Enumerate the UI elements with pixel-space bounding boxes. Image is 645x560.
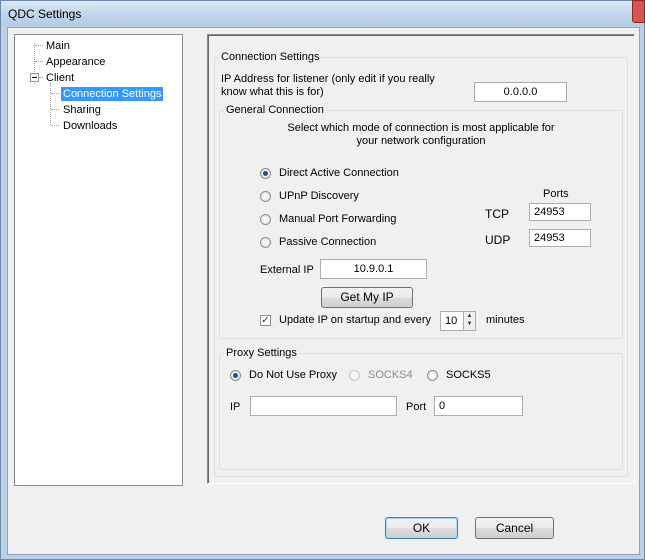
mode-instruction: Select which mode of connection is most …	[287, 122, 555, 147]
socks4-radio[interactable]	[349, 370, 360, 381]
external-ip-label: External IP	[260, 264, 314, 276]
tree-item-connection-settings[interactable]: Connection Settings	[61, 87, 164, 101]
tree-item-sharing[interactable]: Sharing	[61, 103, 103, 117]
upnp-discovery-radio[interactable]	[260, 191, 271, 202]
collapse-icon[interactable]	[30, 73, 39, 82]
passive-connection-label[interactable]: Passive Connection	[279, 236, 376, 249]
tree-line	[51, 125, 59, 126]
direct-active-label[interactable]: Direct Active Connection	[279, 167, 399, 180]
no-proxy-label[interactable]: Do Not Use Proxy	[249, 369, 337, 382]
tree-item-appearance[interactable]: Appearance	[44, 55, 107, 69]
ports-heading: Ports	[543, 188, 569, 200]
general-connection-heading: General Connection	[224, 104, 326, 116]
manual-port-forwarding-label[interactable]: Manual Port Forwarding	[279, 213, 396, 226]
tree-line	[39, 77, 43, 78]
external-ip-field[interactable]: 10.9.0.1	[320, 259, 427, 279]
update-minutes-field[interactable]: 10	[440, 311, 464, 331]
proxy-ip-label: IP	[230, 401, 241, 413]
proxy-port-field[interactable]: 0	[434, 396, 523, 416]
minutes-spinner[interactable]: ▲ ▼	[463, 311, 476, 331]
update-ip-checkbox[interactable]: ✓	[260, 315, 271, 326]
update-ip-label[interactable]: Update IP on startup and every	[279, 314, 431, 327]
tree-line	[51, 93, 59, 94]
udp-label: UDP	[485, 233, 511, 247]
spin-up-icon[interactable]: ▲	[464, 312, 475, 320]
tcp-label: TCP	[485, 207, 509, 221]
udp-port-field[interactable]: 24953	[529, 229, 591, 247]
get-my-ip-button[interactable]: Get My IP	[321, 287, 413, 308]
title-bar[interactable]: QDC Settings	[1, 0, 645, 26]
no-proxy-radio[interactable]	[230, 370, 241, 381]
dialog-body: Main Appearance Client Connection Settin…	[7, 27, 640, 555]
direct-active-radio[interactable]	[260, 168, 271, 179]
close-button[interactable]	[632, 0, 645, 23]
connection-settings-heading: Connection Settings	[219, 51, 322, 63]
socks5-radio[interactable]	[427, 370, 438, 381]
tree-item-downloads[interactable]: Downloads	[61, 119, 119, 133]
tree-item-client[interactable]: Client	[44, 71, 76, 85]
ok-button[interactable]: OK	[385, 517, 458, 539]
ip-listener-label: IP Address for listener (only edit if yo…	[221, 73, 435, 98]
proxy-settings-heading: Proxy Settings	[224, 347, 299, 359]
proxy-port-label: Port	[406, 401, 427, 413]
proxy-ip-field[interactable]	[250, 396, 397, 416]
tree-line	[35, 45, 43, 46]
upnp-discovery-label[interactable]: UPnP Discovery	[279, 190, 359, 203]
tree-line	[35, 61, 43, 62]
tcp-port-field[interactable]: 24953	[529, 203, 591, 221]
tree-line	[50, 83, 51, 125]
settings-panel: Connection Settings IP Address for liste…	[207, 34, 635, 484]
socks5-label[interactable]: SOCKS5	[446, 369, 491, 382]
settings-tree: Main Appearance Client Connection Settin…	[14, 34, 183, 486]
tree-item-main[interactable]: Main	[44, 39, 72, 53]
manual-port-forwarding-radio[interactable]	[260, 214, 271, 225]
cancel-button[interactable]: Cancel	[475, 517, 554, 539]
spin-down-icon[interactable]: ▼	[464, 320, 475, 328]
settings-window: QDC Settings Main Appearance Client Conn…	[0, 0, 645, 560]
window-title: QDC Settings	[8, 7, 82, 21]
minutes-label: minutes	[486, 314, 525, 326]
tree-line	[51, 109, 59, 110]
passive-connection-radio[interactable]	[260, 237, 271, 248]
ip-listener-field[interactable]: 0.0.0.0	[474, 82, 567, 102]
socks4-label[interactable]: SOCKS4	[368, 369, 413, 382]
